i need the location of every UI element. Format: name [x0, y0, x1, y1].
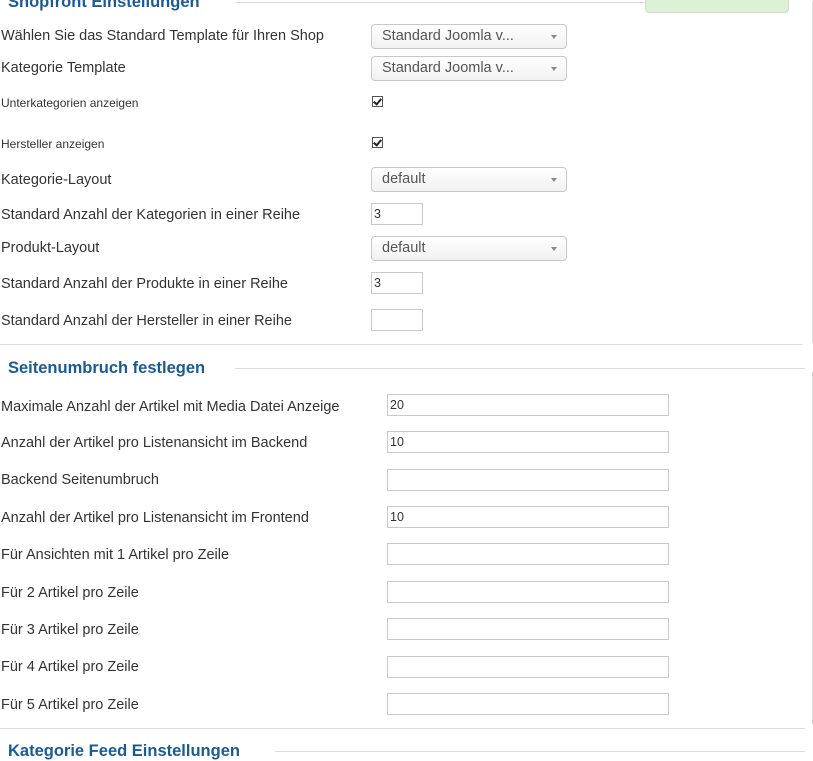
products-per-row-input[interactable]: 3 — [371, 272, 423, 294]
show-subcategories-label: Unterkategorien anzeigen — [1, 96, 139, 110]
product-layout-select[interactable]: default — [371, 236, 567, 261]
backend-pagination-label: Backend Seitenumbruch — [1, 472, 159, 488]
category-template-label: Kategorie Template — [1, 60, 126, 76]
four-per-row-label: Für 4 Artikel pro Zeile — [1, 659, 139, 675]
two-per-row-label: Für 2 Artikel pro Zeile — [1, 585, 139, 601]
category-template-select-value: Standard Joomla v... — [382, 60, 514, 76]
fieldset-border-top — [235, 368, 805, 369]
two-per-row-input[interactable] — [387, 581, 669, 603]
fieldset-border-top — [275, 751, 805, 752]
show-subcategories-checkbox[interactable] — [372, 96, 383, 107]
chevron-down-icon — [551, 178, 557, 182]
three-per-row-input[interactable] — [387, 618, 669, 640]
five-per-row-input[interactable] — [387, 693, 669, 715]
products-per-row-label: Standard Anzahl der Produkte in einer Re… — [1, 276, 288, 292]
top-action-button[interactable] — [645, 0, 789, 13]
category-layout-select-value: default — [382, 171, 426, 187]
fieldset-border-top — [235, 2, 645, 3]
three-per-row-label: Für 3 Artikel pro Zeile — [1, 622, 139, 638]
one-per-row-label: Für Ansichten mit 1 Artikel pro Zeile — [1, 547, 230, 563]
category-layout-label: Kategorie-Layout — [1, 172, 112, 188]
show-manufacturers-checkbox[interactable] — [372, 137, 383, 148]
backend-list-input[interactable]: 10 — [387, 431, 669, 453]
fieldset-border-bottom — [0, 344, 803, 345]
max-media-label: Maximale Anzahl der Artikel mit Media Da… — [1, 399, 340, 415]
chevron-down-icon — [551, 35, 557, 39]
section-title-shopfront: Shopfront Einstellungen — [0, 0, 210, 12]
four-per-row-input[interactable] — [387, 656, 669, 678]
one-per-row-input[interactable] — [387, 543, 669, 565]
categories-per-row-label: Standard Anzahl der Kategorien in einer … — [1, 207, 301, 223]
chevron-down-icon — [551, 247, 557, 251]
max-media-input[interactable]: 20 — [387, 394, 669, 416]
backend-pagination-input[interactable] — [387, 469, 669, 491]
frontend-list-label: Anzahl der Artikel pro Listenansicht im … — [1, 510, 309, 526]
template-label: Wählen Sie das Standard Template für Ihr… — [1, 28, 324, 44]
backend-list-label: Anzahl der Artikel pro Listenansicht im … — [1, 435, 308, 451]
section-title-feed: Kategorie Feed Einstellungen — [0, 741, 250, 761]
show-manufacturers-label: Hersteller anzeigen — [1, 137, 105, 151]
frontend-list-input[interactable]: 10 — [387, 506, 669, 528]
categories-per-row-input[interactable]: 3 — [371, 203, 423, 225]
template-select-value: Standard Joomla v... — [382, 28, 514, 44]
section-title-pagination: Seitenumbruch festlegen — [0, 358, 216, 378]
category-template-select[interactable]: Standard Joomla v... — [371, 56, 567, 81]
manufacturers-per-row-label: Standard Anzahl der Hersteller in einer … — [1, 313, 292, 329]
chevron-down-icon — [551, 67, 557, 71]
five-per-row-label: Für 5 Artikel pro Zeile — [1, 697, 139, 713]
product-layout-label: Produkt-Layout — [1, 240, 100, 256]
product-layout-select-value: default — [382, 240, 426, 256]
manufacturers-per-row-input[interactable] — [371, 309, 423, 331]
fieldset-border-bottom — [0, 728, 805, 729]
template-select[interactable]: Standard Joomla v... — [371, 24, 567, 49]
category-layout-select[interactable]: default — [371, 167, 567, 192]
